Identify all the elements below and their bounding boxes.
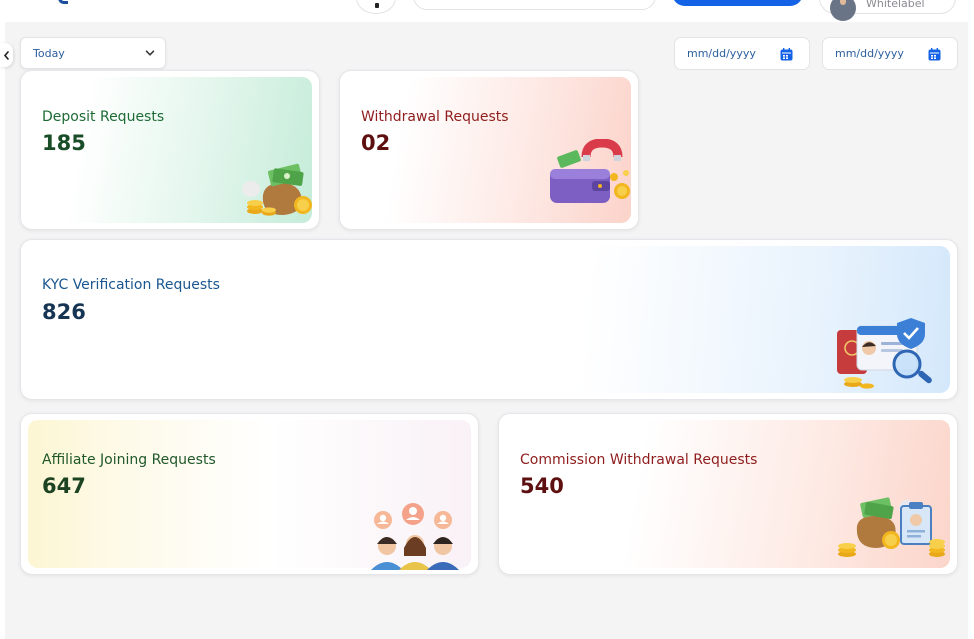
card-value: 185 bbox=[42, 131, 86, 155]
deposit-requests-card[interactable]: Deposit Requests 185 bbox=[20, 70, 320, 230]
people-group-icon bbox=[371, 503, 459, 570]
commission-clipboard-icon bbox=[838, 497, 945, 557]
calendar-icon[interactable] bbox=[928, 48, 941, 61]
card-label: Affiliate Joining Requests bbox=[42, 452, 216, 468]
end-date-input[interactable]: mm/dd/yyyy bbox=[822, 37, 958, 70]
end-date-placeholder: mm/dd/yyyy bbox=[835, 47, 904, 60]
card-value: 540 bbox=[520, 474, 564, 498]
calendar-icon[interactable] bbox=[780, 48, 793, 61]
wallet-magnet-icon bbox=[550, 139, 630, 203]
start-date-placeholder: mm/dd/yyyy bbox=[687, 47, 756, 60]
period-select-value: Today bbox=[33, 46, 65, 60]
id-verification-icon bbox=[837, 318, 932, 389]
card-label: KYC Verification Requests bbox=[42, 277, 220, 293]
brand-logo bbox=[58, 0, 68, 4]
card-value: 647 bbox=[42, 474, 86, 498]
withdrawal-requests-card[interactable]: Withdrawal Requests 02 bbox=[339, 70, 639, 230]
commission-withdrawal-requests-card[interactable]: Commission Withdrawal Requests 540 bbox=[498, 413, 958, 575]
money-bag-icon bbox=[242, 163, 312, 216]
affiliate-joining-requests-card[interactable]: Affiliate Joining Requests 647 bbox=[20, 413, 479, 575]
primary-action-button[interactable] bbox=[672, 0, 803, 6]
card-label: Deposit Requests bbox=[42, 109, 165, 125]
card-value: 826 bbox=[42, 300, 86, 324]
card-value: 02 bbox=[361, 131, 391, 155]
sidebar-edge bbox=[0, 22, 5, 639]
chevron-left-icon bbox=[3, 50, 9, 60]
period-select[interactable]: Today bbox=[20, 37, 166, 69]
profile-menu[interactable]: Whitelabel bbox=[819, 0, 956, 21]
card-label: Commission Withdrawal Requests bbox=[520, 452, 758, 468]
notification-button[interactable] bbox=[356, 0, 396, 14]
top-header: Whitelabel bbox=[0, 0, 974, 22]
profile-name: Whitelabel bbox=[866, 0, 925, 10]
avatar bbox=[830, 0, 856, 21]
card-label: Withdrawal Requests bbox=[361, 109, 509, 125]
scrollbar-track[interactable] bbox=[968, 22, 974, 639]
chevron-down-icon bbox=[145, 50, 155, 56]
kyc-verification-requests-card[interactable]: KYC Verification Requests 826 bbox=[20, 239, 958, 400]
search-input[interactable] bbox=[413, 0, 656, 10]
start-date-input[interactable]: mm/dd/yyyy bbox=[674, 37, 810, 70]
sidebar-toggle-button[interactable] bbox=[0, 43, 13, 67]
